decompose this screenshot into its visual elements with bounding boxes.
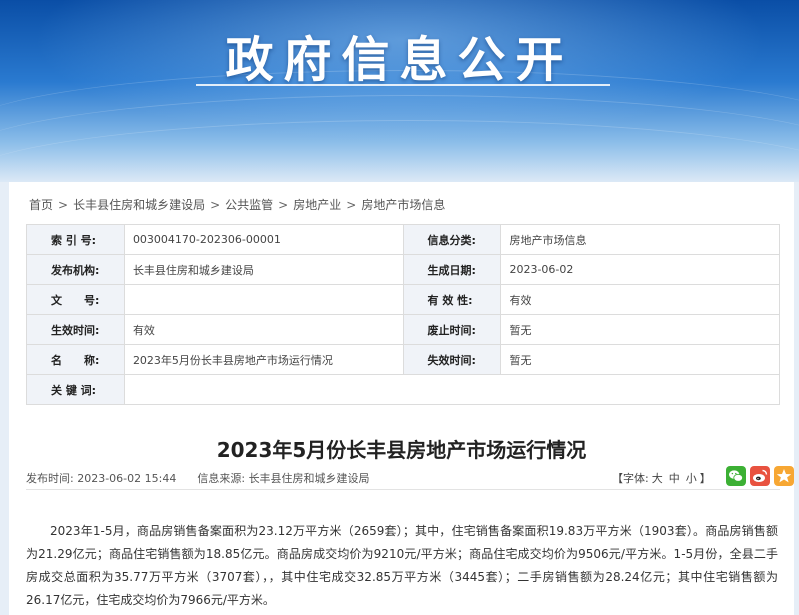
favorite-button[interactable] — [774, 466, 794, 486]
article-info-bar: 发布时间: 2023-06-02 15:44 信息来源: 长丰县住房和城乡建设局… — [26, 464, 794, 490]
font-size-label: 【字体: — [612, 472, 649, 485]
category-label: 信息分类: — [402, 224, 502, 255]
breadcrumb-market-info[interactable]: 房地产市场信息 — [361, 198, 445, 212]
keywords-value — [123, 374, 781, 405]
publish-info: 发布时间: 2023-06-02 15:44 信息来源: 长丰县住房和城乡建设局 — [26, 470, 370, 486]
breadcrumb-separator: > — [346, 198, 357, 212]
repeal-time-label: 废止时间: — [402, 314, 502, 345]
publish-time-label: 发布时间: — [26, 472, 74, 485]
publisher-value: 长丰县住房和城乡建设局 — [123, 254, 404, 285]
table-row: 发布机构: 长丰县住房和城乡建设局 生成日期: 2023-06-02 — [26, 254, 780, 285]
name-value: 2023年5月份长丰县房地产市场运行情况 — [123, 344, 404, 375]
banner-underline — [196, 84, 610, 86]
font-size-large-button[interactable]: 大 — [652, 472, 663, 485]
validity-label: 有 效 性: — [402, 284, 502, 315]
article-title: 2023年5月份长丰县房地产市场运行情况 — [216, 438, 587, 462]
keywords-label: 关 键 词: — [26, 374, 125, 405]
font-size-medium-button[interactable]: 中 — [669, 472, 680, 485]
effective-time-label: 生效时间: — [26, 314, 125, 345]
document-number-value — [123, 284, 404, 315]
validity-value: 有效 — [500, 284, 780, 315]
source-label: 信息来源: — [197, 472, 246, 485]
publisher-label: 发布机构: — [26, 254, 125, 285]
expiry-time-label: 失效时间: — [402, 344, 502, 375]
index-number-value: 003004170-202306-00001 — [123, 224, 404, 255]
table-row: 生效时间: 有效 废止时间: 暂无 — [26, 314, 780, 345]
effective-time-value: 有效 — [123, 314, 404, 345]
generated-date-label: 生成日期: — [402, 254, 502, 285]
publish-time-value: 2023-06-02 15:44 — [77, 472, 177, 485]
breadcrumb: 首页 > 长丰县住房和城乡建设局 > 公共监管 > 房地产业 > 房地产市场信息 — [29, 196, 445, 213]
breadcrumb-separator: > — [278, 198, 289, 212]
name-label: 名 称: — [26, 344, 125, 375]
breadcrumb-real-estate[interactable]: 房地产业 — [293, 198, 341, 212]
font-size-selector: 【字体: 大中小】 — [612, 470, 711, 486]
weibo-share-button[interactable] — [750, 466, 770, 486]
table-row: 文 号: 有 效 性: 有效 — [26, 284, 780, 315]
header-banner: 政府信息公开 — [0, 0, 799, 182]
breadcrumb-separator: > — [210, 198, 221, 212]
wechat-icon — [729, 470, 743, 482]
category-value: 房地产市场信息 — [500, 224, 780, 255]
index-number-label: 索 引 号: — [26, 224, 125, 255]
generated-date-value: 2023-06-02 — [500, 254, 780, 285]
content-panel: 首页 > 长丰县住房和城乡建设局 > 公共监管 > 房地产业 > 房地产市场信息 索 引 号: … — [9, 182, 794, 615]
table-row: 关 键 词: — [26, 374, 781, 405]
document-number-label: 文 号: — [26, 284, 125, 315]
table-row: 名 称: 2023年5月份长丰县房地产市场运行情况 失效时间: 暂无 — [26, 344, 780, 375]
table-row: 索 引 号: 003004170-202306-00001 信息分类: 房地产市… — [26, 224, 780, 255]
article-body: 2023年1-5月，商品房销售备案面积为23.12万平方米（2659套）；其中，… — [26, 524, 778, 607]
info-metadata-table: 索 引 号: 003004170-202306-00001 信息分类: 房地产市… — [26, 224, 781, 405]
breadcrumb-public-supervision[interactable]: 公共监管 — [225, 198, 273, 212]
wechat-share-button[interactable] — [726, 466, 746, 486]
banner-title: 政府信息公开 — [225, 32, 574, 88]
star-icon — [776, 469, 792, 483]
source-value: 长丰县住房和城乡建设局 — [248, 472, 370, 485]
expiry-time-value: 暂无 — [500, 344, 780, 375]
font-size-label-close: 】 — [699, 472, 711, 485]
repeal-time-value: 暂无 — [500, 314, 780, 345]
weibo-icon — [753, 469, 768, 482]
breadcrumb-separator: > — [58, 198, 69, 212]
font-size-small-button[interactable]: 小 — [686, 472, 697, 485]
breadcrumb-home[interactable]: 首页 — [29, 198, 53, 212]
breadcrumb-bureau[interactable]: 长丰县住房和城乡建设局 — [73, 198, 205, 212]
